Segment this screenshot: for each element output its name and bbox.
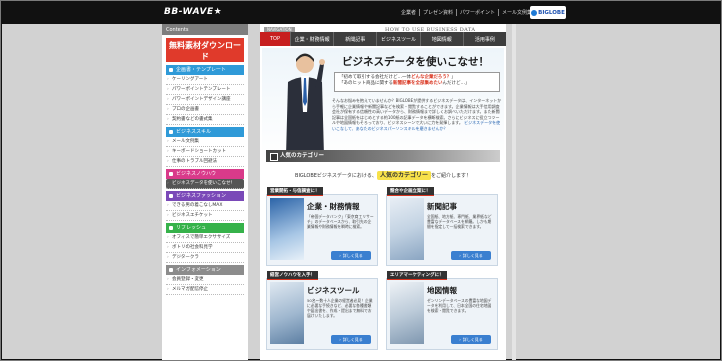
biglobe-logo[interactable]: BIGLOBE — [530, 6, 566, 19]
sidebar-item[interactable]: できる男の着こなしMAX — [166, 201, 244, 211]
popular-category-intro: BIGLOBEビジネスデータにおける、 人気のカテゴリー をご紹介します！ — [264, 170, 502, 180]
header-link[interactable]: プレゼン資料 — [419, 9, 456, 16]
businessman-image — [286, 53, 325, 156]
quote-line-2: 「あのヒット商品に関する新聞記事を全部集めたいんだけど…」 — [339, 81, 495, 87]
intro-text: をご紹介します！ — [430, 173, 471, 179]
card-title: 新聞記事 — [427, 202, 457, 211]
tab-map[interactable]: 地図情報 — [419, 32, 463, 46]
sidebar-item[interactable]: パワーポイントデザイン講座 — [166, 95, 244, 105]
card-tag: 経営ノウハウを入手！ — [267, 271, 318, 280]
sidebar: Contents 無料素材ダウンロード 会員登録はこちら ▶ 企画書・テンプレー… — [162, 24, 248, 360]
sidebar-category[interactable]: 企画書・テンプレート — [166, 65, 244, 75]
intro-highlight: 人気のカテゴリー — [376, 171, 431, 180]
scrollbar[interactable] — [512, 24, 516, 360]
quote-text: 「初めて取引する会社だけど…一体 — [339, 75, 411, 80]
intro-text: BIGLOBEビジネスデータにおける、 — [295, 173, 377, 179]
site-header: BB-WAVE★ 企業者 プレゼン資料 パワーポイント メール文例集 BIGLO… — [2, 2, 720, 24]
category-card-company[interactable]: 営業開拓・与信調査に！ 企業・財務情報 「帝国データバンク」「東京商工リサーチ」… — [266, 187, 378, 266]
header-link[interactable]: 企業者 — [398, 9, 419, 16]
sidebar-category[interactable]: ビジネスファッション — [166, 191, 244, 201]
hero-paragraph: そんなお悩みを抱えていませんか？BIGLOBEが提供するビジネスデータは、インタ… — [332, 98, 502, 131]
biglobe-label: BIGLOBE — [538, 9, 565, 16]
card-description: 「帝国データバンク」「東京商工リサーチ」のデータベースから、取引先の企業情報や財… — [307, 214, 374, 229]
tab-business-tools[interactable]: ビジネスツール — [376, 32, 419, 46]
sidebar-item[interactable]: ケーリングアート — [166, 75, 244, 85]
sidebar-category[interactable]: ビジネススキル — [166, 127, 244, 137]
tab-use-cases[interactable]: 活用事例 — [462, 32, 506, 46]
card-description: 50名～数十人企業の経営者必見！企業に必要な手続きなど、必要な各種書類や届出書を… — [307, 298, 373, 318]
category-card-tools[interactable]: 経営ノウハウを入手！ ビジネスツール 50名～数十人企業の経営者必見！企業に必要… — [266, 271, 378, 350]
sidebar-item[interactable]: パワーポイントテンプレート — [166, 85, 244, 95]
quote-text: 「あのヒット商品に関する — [339, 81, 393, 86]
sidebar-item[interactable]: ボトリの社会科見学 — [166, 243, 244, 253]
card-image — [270, 282, 304, 344]
card-title: 企業・財務情報 — [307, 202, 360, 211]
card-tag: 競合や企画立案に！ — [387, 187, 434, 196]
sidebar-item[interactable]: メルマガ配信停止 — [166, 285, 244, 295]
quote-highlight: どんな企業だろう？ — [411, 75, 452, 80]
site-logo[interactable]: BB-WAVE★ — [164, 7, 222, 17]
sidebar-sections: 企画書・テンプレートケーリングアートパワーポイントテンプレートパワーポイントデザ… — [162, 65, 248, 295]
details-button[interactable]: 詳しく見る — [451, 251, 491, 260]
sidebar-item[interactable]: 会員登録・変更 — [166, 275, 244, 285]
sidebar-heading: Contents — [162, 24, 248, 35]
quote-text: 」 — [451, 75, 456, 80]
card-description: 全国紙、地方紙、専門紙、業界紙など豊富なデータベースを網羅。しかも期間を指定して… — [427, 214, 492, 229]
hero-title: ビジネスデータを使いこなせ！ — [342, 56, 489, 68]
card-tag: エリアマーケティングに！ — [387, 271, 447, 280]
details-button[interactable]: 詳しく見る — [451, 335, 491, 344]
quote-text: んだけど…」 — [442, 81, 470, 86]
main-content: NAVIGATION HOW TO USE BUSINESS DATA TOP … — [260, 24, 506, 360]
globe-icon — [531, 9, 538, 16]
sidebar-item[interactable]: プロの企画書 — [166, 105, 244, 115]
card-image — [390, 198, 424, 260]
sidebar-item[interactable]: デジタークラ — [166, 253, 244, 263]
download-banner-title: 無料素材ダウンロード — [169, 41, 241, 61]
tab-newspaper[interactable]: 新聞記事 — [333, 32, 376, 46]
card-title: ビジネスツール — [307, 286, 360, 295]
sidebar-item[interactable]: 仕事のトラブル回避法 — [166, 157, 244, 167]
card-description: ゼンリンデータベースの豊富な地図データを利用して、日本全国の住宅地図を検索・閲覧… — [427, 298, 492, 313]
hero-quote: 「初めて取引する会社だけど…一体どんな企業だろう？」 「あのヒット商品に関する新… — [334, 72, 500, 92]
card-image — [390, 282, 424, 344]
sidebar-item[interactable]: 契約書などの書式集 — [166, 115, 244, 125]
hero: ビジネスデータを使いこなせ！ 「初めて取引する会社だけど…一体どんな企業だろう？… — [262, 48, 504, 160]
sidebar-category[interactable]: ビジネスノウハウ — [166, 169, 244, 179]
sidebar-category[interactable]: インフォメーション — [166, 265, 244, 275]
card-title: 地図情報 — [427, 286, 457, 295]
card-image — [270, 198, 304, 260]
header-links: 企業者 プレゼン資料 パワーポイント メール文例集 — [398, 9, 535, 16]
card-tag: 営業開拓・与信調査に！ — [267, 187, 323, 196]
quote-highlight: 新聞記事を全部集めたい — [393, 81, 443, 86]
sidebar-item[interactable]: メール文例集 — [166, 137, 244, 147]
sidebar-item[interactable]: ビジネスデータを使いこなせ！ — [166, 179, 244, 189]
details-button[interactable]: 詳しく見る — [331, 251, 371, 260]
popular-category-heading: 人気のカテゴリー — [266, 150, 500, 162]
category-card-newspaper[interactable]: 競合や企画立案に！ 新聞記事 全国紙、地方紙、専門紙、業界紙など豊富なデータベー… — [386, 187, 498, 266]
category-card-map[interactable]: エリアマーケティングに！ 地図情報 ゼンリンデータベースの豊富な地図データを利用… — [386, 271, 498, 350]
sidebar-item[interactable]: キーボードショートカット — [166, 147, 244, 157]
tab-bar: TOP 企業・財務情報 新聞記事 ビジネスツール 地図情報 活用事例 — [260, 32, 506, 46]
sidebar-category[interactable]: リフレッシュ — [166, 223, 244, 233]
sidebar-item[interactable]: ビジネスエチケット — [166, 211, 244, 221]
tab-top[interactable]: TOP — [260, 32, 290, 46]
sidebar-item[interactable]: オフィスで簡単エクササイズ — [166, 233, 244, 243]
download-banner[interactable]: 無料素材ダウンロード 会員登録はこちら ▶ — [166, 38, 244, 69]
details-button[interactable]: 詳しく見る — [331, 335, 371, 344]
tab-company-finance[interactable]: 企業・財務情報 — [290, 32, 333, 46]
browser-frame: BB-WAVE★ 企業者 プレゼン資料 パワーポイント メール文例集 BIGLO… — [1, 1, 721, 360]
header-link[interactable]: パワーポイント — [456, 9, 498, 16]
